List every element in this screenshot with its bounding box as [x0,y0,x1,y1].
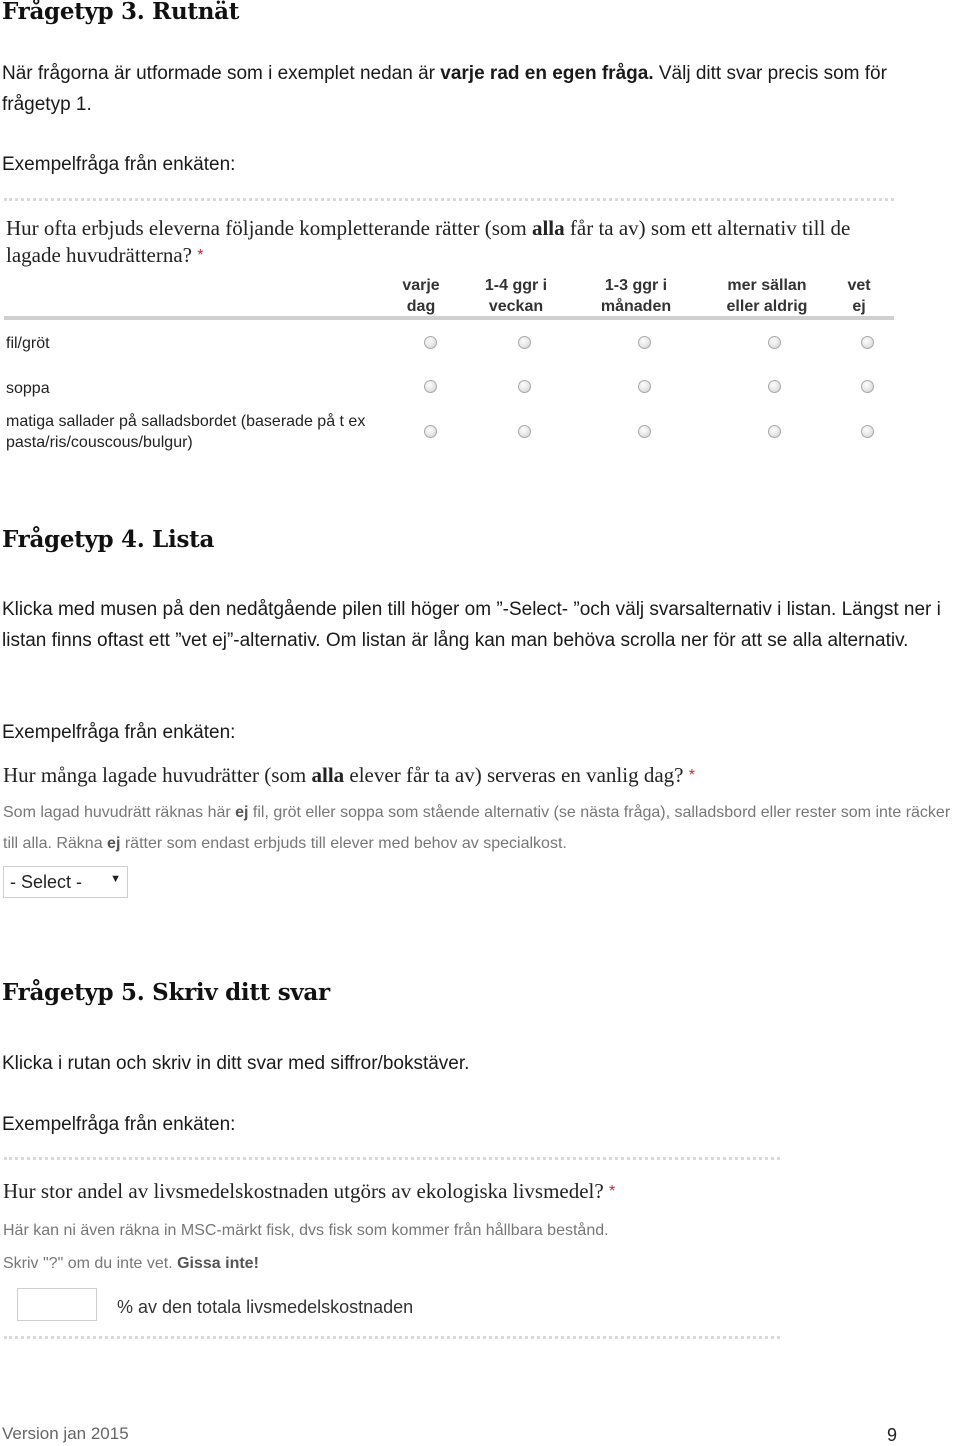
question-text: Hur stor andel av livsmedelskostnaden ut… [3,1179,604,1203]
radio-sallader-varje-dag[interactable] [424,425,437,438]
grid-row-label: fil/gröt [6,335,50,352]
text-question-title: Hur stor andel av livsmedelskostnaden ut… [3,1178,803,1205]
section4-intro: Klicka med musen på den nedåtgående pile… [2,599,941,651]
grid-question-title: Hur ofta erbjuds eleverna följande kompl… [6,215,896,269]
grid-column-header: vet ej [838,275,880,317]
answer-select-dropdown[interactable]: - Select - ▼ [3,866,128,898]
section5-example-label: Exempelfråga från enkäten: [2,1114,236,1135]
help-bold: ej [235,804,249,821]
dotted-divider [4,1157,780,1160]
radio-sallader-vet-ej[interactable] [861,425,874,438]
required-asterisk: * [197,247,204,264]
help-text: Skriv "?" om du inte vet. [3,1255,178,1272]
column-header-line: veckan [488,298,544,315]
radio-fil-grot-mer-sallan[interactable] [768,336,781,349]
radio-fil-grot-1-4-ggr-veckan[interactable] [518,336,531,349]
question-text: Hur ofta erbjuds eleverna följande kompl… [6,216,532,240]
intro-bold: varje rad en egen fråga. [440,63,654,84]
required-asterisk: * [688,767,695,784]
intro-text: När frågorna är utformade som i exemplet… [2,63,441,84]
section3-example-label: Exempelfråga från enkäten: [2,154,236,175]
percentage-input[interactable] [17,1288,97,1321]
column-header-line: månaden [600,298,672,315]
section3-intro: När frågorna är utformade som i exemplet… [2,58,960,120]
question-text-end: elever får ta av) serveras en vanlig dag… [344,763,684,787]
help-text: Som lagad huvudrätt räknas här [3,804,236,821]
page-number: 9 [887,1425,898,1445]
text-question-help-2: Skriv "?" om du inte vet. Gissa inte! [3,1248,793,1279]
column-header-line: ej [852,298,866,315]
help-text: rätter som endast erbjuds till elever me… [120,835,567,852]
dotted-divider [4,198,894,201]
radio-soppa-1-4-ggr-veckan[interactable] [518,380,531,393]
list-question-title: Hur många lagade huvudrätter (som alla e… [3,762,960,789]
section4-example-label: Exempelfråga från enkäten: [2,722,236,743]
select-value: - Select - [10,872,83,892]
column-header-line: vet [847,277,871,294]
column-header-line: eller aldrig [726,298,808,315]
column-header-line: 1-4 ggr i [484,277,548,294]
help-bold: ej [107,835,121,852]
section5-heading: Frågetyp 5. Skriv ditt svar [2,979,330,1006]
column-header-line: 1-3 ggr i [604,277,668,294]
column-header-line: dag [406,298,436,315]
radio-fil-grot-1-3-ggr-manaden[interactable] [638,336,651,349]
grid-row-label: soppa [6,380,50,397]
radio-soppa-vet-ej[interactable] [861,380,874,393]
radio-fil-grot-vet-ej[interactable] [861,336,874,349]
column-header-line: mer sällan [727,277,807,294]
help-bold: Gissa inte! [177,1255,259,1272]
input-suffix-label: % av den totala livsmedelskostnaden [117,1297,414,1317]
grid-column-header: 1-4 ggr i veckan [474,275,558,317]
text-question-help: Här kan ni även räkna in MSC-märkt fisk,… [3,1222,609,1239]
question-text: Hur många lagade huvudrätter (som [3,763,312,787]
radio-soppa-varje-dag[interactable] [424,380,437,393]
radio-sallader-mer-sallan[interactable] [768,425,781,438]
grid-row-label: matiga sallader på salladsbordet (basera… [6,413,366,451]
section5-intro: Klicka i rutan och skriv in ditt svar me… [2,1053,470,1074]
dropdown-arrow-icon[interactable]: ▼ [110,873,121,885]
grid-column-header: varje dag [390,275,452,317]
grid-column-header: mer sällan eller aldrig [714,275,820,317]
question-bold: alla [531,216,565,240]
radio-sallader-1-3-ggr-manaden[interactable] [638,425,651,438]
footer-version: Version jan 2015 [2,1424,129,1443]
grid-header-divider [4,316,894,320]
column-header-line: varje [402,277,440,294]
list-question-help: Som lagad huvudrätt räknas här ej fil, g… [3,797,960,859]
required-asterisk: * [608,1183,616,1200]
dotted-divider [4,1336,780,1339]
section3-heading: Frågetyp 3. Rutnät [2,0,240,25]
radio-sallader-1-4-ggr-veckan[interactable] [518,425,531,438]
section4-heading: Frågetyp 4. Lista [2,526,215,553]
radio-fil-grot-varje-dag[interactable] [424,336,437,349]
radio-soppa-mer-sallan[interactable] [768,380,781,393]
question-bold: alla [311,763,345,787]
grid-column-header: 1-3 ggr i månaden [590,275,682,317]
radio-soppa-1-3-ggr-manaden[interactable] [638,380,651,393]
